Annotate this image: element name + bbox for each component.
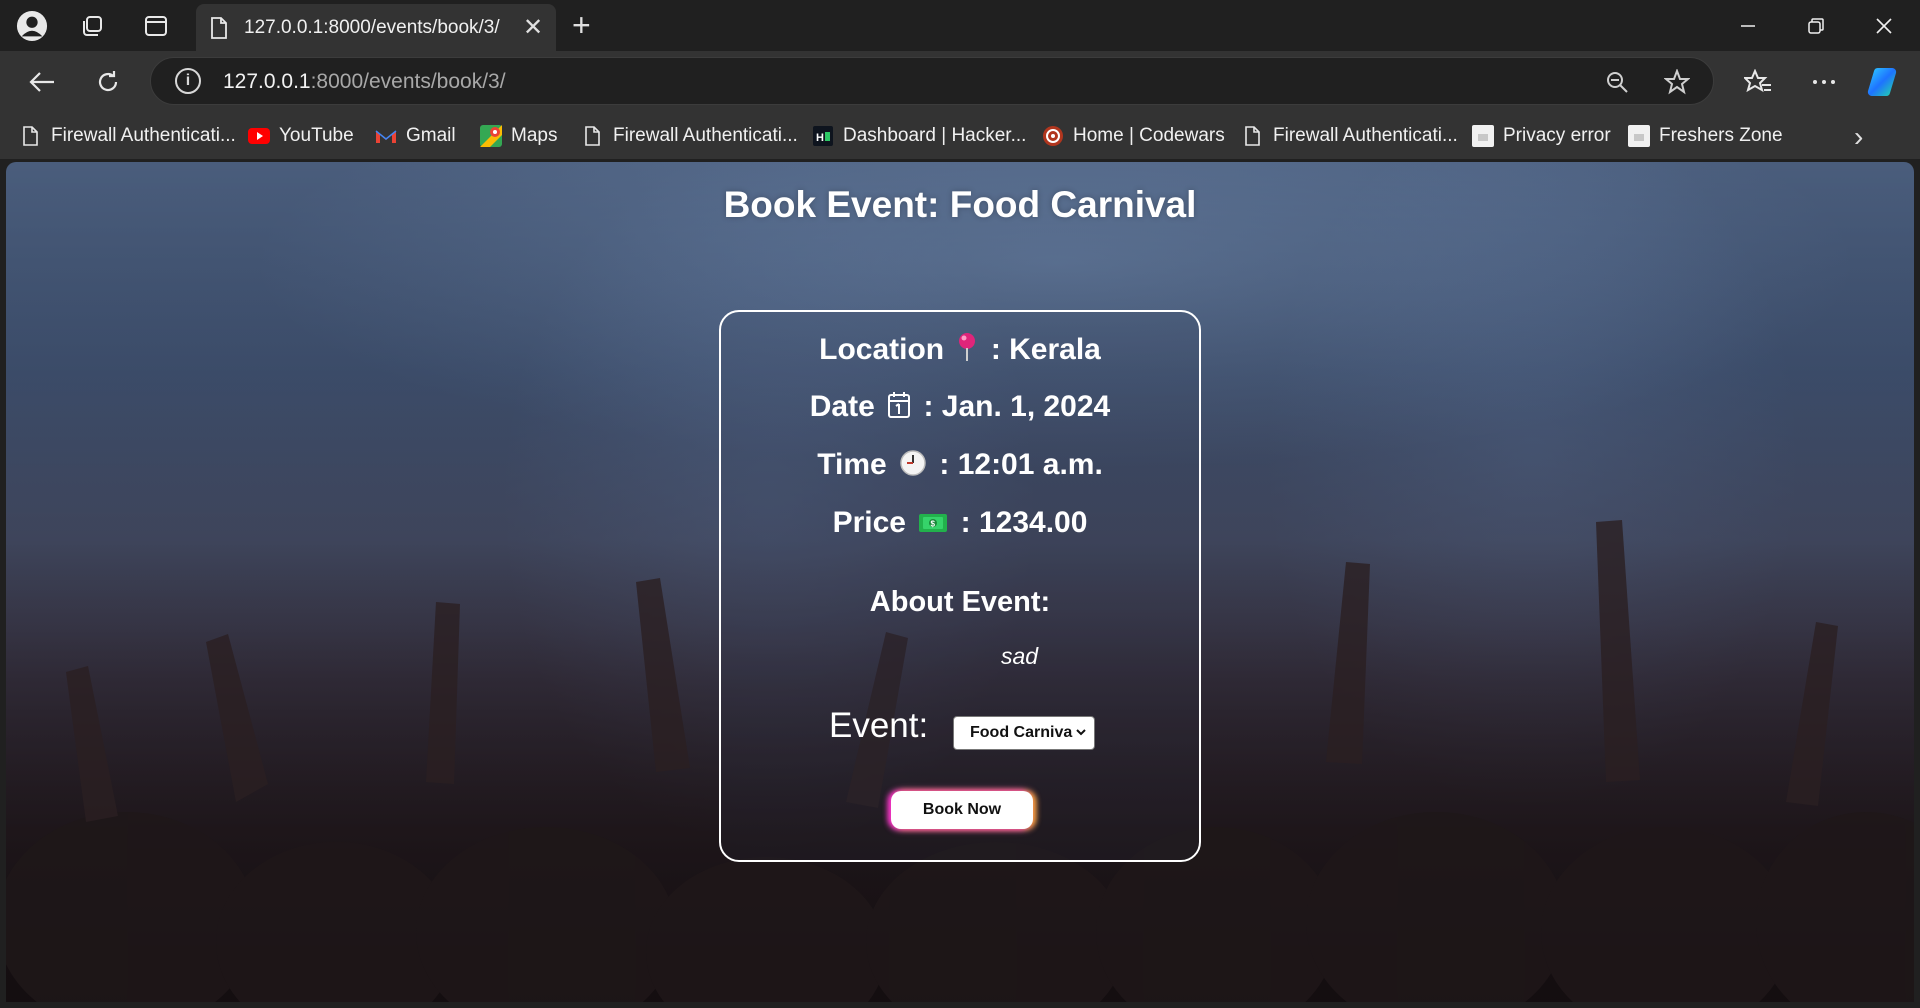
- location-label: Location: [819, 333, 945, 366]
- bookmark-freshers-zone[interactable]: Freshers Zone: [1628, 123, 1783, 149]
- tab-actions-icon[interactable]: [140, 10, 172, 42]
- restore-button[interactable]: [1782, 0, 1850, 51]
- bookmark-label: Firewall Authenticati...: [1273, 125, 1458, 146]
- event-select[interactable]: Food Carniva: [953, 716, 1095, 750]
- bookmark-maps[interactable]: Maps: [480, 123, 557, 149]
- bookmark-label: Firewall Authenticati...: [613, 125, 798, 146]
- new-tab-button[interactable]: +: [572, 8, 591, 42]
- page-icon: [1242, 125, 1264, 147]
- active-tab[interactable]: 127.0.0.1:8000/events/book/3/ ✕: [196, 4, 556, 51]
- maps-icon: [480, 125, 502, 147]
- bookmark-hackerrank[interactable]: H Dashboard | Hacker...: [812, 123, 1026, 149]
- bookmark-firewall-1[interactable]: Firewall Authenticati...: [20, 123, 236, 149]
- calendar-icon: [887, 391, 911, 427]
- bookmark-label: Home | Codewars: [1073, 125, 1225, 146]
- time-value: : 12:01 a.m.: [939, 448, 1103, 481]
- about-event-heading: About Event:: [869, 586, 1051, 618]
- book-now-button[interactable]: Book Now: [891, 791, 1033, 829]
- hackerrank-icon: H: [812, 125, 834, 147]
- title-bar: 127.0.0.1:8000/events/book/3/ ✕ +: [0, 0, 1920, 51]
- svg-text:H: H: [816, 132, 824, 144]
- bookmark-gmail[interactable]: Gmail: [375, 123, 456, 149]
- page-title: Book Event: Food Carnival: [723, 184, 1197, 225]
- location-value: : Kerala: [990, 333, 1101, 366]
- tab-close-icon[interactable]: ✕: [518, 13, 548, 42]
- tab-title: 127.0.0.1:8000/events/book/3/: [244, 16, 500, 38]
- zoom-icon[interactable]: [1603, 68, 1631, 96]
- pushpin-icon: [956, 332, 978, 370]
- back-button[interactable]: [24, 64, 60, 100]
- bookmark-label: Firewall Authenticati...: [51, 125, 236, 146]
- bookmark-label: Dashboard | Hacker...: [843, 125, 1027, 146]
- profile-avatar-icon[interactable]: [16, 10, 48, 42]
- bookmarks-bar: Firewall Authenticati... YouTube Gmail M…: [0, 113, 1920, 159]
- favorites-icon[interactable]: [1740, 64, 1776, 100]
- bookmark-firewall-2[interactable]: Firewall Authenticati...: [582, 123, 798, 149]
- bookmark-codewars[interactable]: Home | Codewars: [1042, 123, 1225, 149]
- page-viewport: Book Event: Food Carnival Location : Ker…: [6, 162, 1914, 1002]
- date-row: Date : Jan. 1, 2024: [721, 390, 1199, 427]
- event-details-card: Location : Kerala Date : Jan. 1, 2024 Ti…: [719, 310, 1201, 862]
- time-row: Time : 12:01 a.m.: [721, 448, 1199, 485]
- price-value: : 1234.00: [960, 506, 1088, 539]
- url-text[interactable]: 127.0.0.1:8000/events/book/3/: [223, 70, 506, 94]
- toolbar: i 127.0.0.1:8000/events/book/3/: [0, 51, 1920, 113]
- privacy-error-icon: [1472, 125, 1494, 147]
- minimize-button[interactable]: [1714, 0, 1782, 51]
- chevron-down-icon: [1074, 725, 1088, 744]
- bookmark-firewall-3[interactable]: Firewall Authenticati...: [1242, 123, 1458, 149]
- bookmark-youtube[interactable]: YouTube: [248, 123, 354, 149]
- clock-icon: [899, 449, 927, 485]
- bookmark-label: Gmail: [406, 125, 456, 146]
- bookmark-label: YouTube: [279, 125, 354, 146]
- date-value: : Jan. 1, 2024: [923, 390, 1111, 423]
- bookmark-label: Freshers Zone: [1659, 125, 1783, 146]
- page-icon: [20, 125, 42, 147]
- close-window-button[interactable]: [1850, 0, 1918, 51]
- workspaces-icon[interactable]: [76, 10, 108, 42]
- more-menu-icon[interactable]: [1806, 64, 1842, 100]
- page-icon: [582, 125, 604, 147]
- gmail-icon: [375, 125, 397, 147]
- bookmark-privacy-error[interactable]: Privacy error: [1472, 123, 1611, 149]
- event-label: Event:: [829, 706, 929, 745]
- refresh-button[interactable]: [90, 64, 126, 100]
- date-label: Date: [809, 390, 875, 423]
- copilot-icon[interactable]: [1866, 64, 1902, 100]
- url-host: 127.0.0.1: [223, 70, 311, 93]
- bookmark-label: Maps: [511, 125, 558, 146]
- location-row: Location : Kerala: [721, 332, 1199, 370]
- time-label: Time: [817, 448, 887, 481]
- freshers-zone-icon: [1628, 125, 1650, 147]
- money-icon: $: [918, 509, 948, 543]
- codewars-icon: [1042, 125, 1064, 147]
- favorite-star-icon[interactable]: [1663, 68, 1691, 96]
- bookmark-label: Privacy error: [1503, 125, 1611, 146]
- page-icon: [210, 16, 228, 39]
- about-event-text: sad: [1001, 643, 1039, 669]
- price-row: Price $ : 1234.00: [721, 506, 1199, 543]
- youtube-icon: [248, 125, 270, 147]
- price-label: Price: [832, 506, 906, 539]
- url-path: :8000/events/book/3/: [310, 70, 506, 93]
- address-bar[interactable]: i 127.0.0.1:8000/events/book/3/: [150, 57, 1714, 105]
- bookmarks-more-chevron-icon[interactable]: ›: [1854, 121, 1863, 153]
- site-info-icon[interactable]: i: [175, 68, 201, 94]
- svg-text:$: $: [931, 520, 936, 529]
- event-select-value: Food Carniva: [970, 724, 1073, 741]
